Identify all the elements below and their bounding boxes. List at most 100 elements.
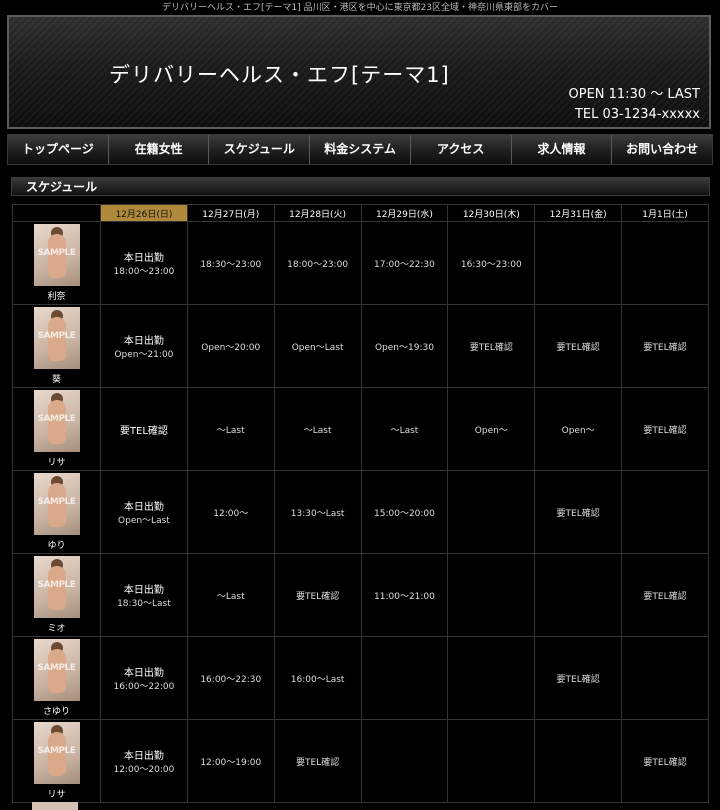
today-status: 本日出勤 <box>123 336 164 347</box>
schedule-cell: 13:30～Last <box>273 470 362 554</box>
schedule-cell: Open～20:00 <box>186 304 275 388</box>
today-cell: 本日出勤 Open～21:00 <box>100 304 188 388</box>
girl-photo[interactable]: SAMPLE <box>33 556 80 618</box>
schedule-cell: ～Last <box>360 387 449 471</box>
sample-watermark: SAMPLE <box>37 580 76 590</box>
nav-item-girls[interactable]: 在籍女性 <box>109 135 210 164</box>
girl-photo[interactable]: SAMPLE <box>33 639 80 701</box>
girl-photo[interactable]: SAMPLE <box>33 473 80 535</box>
schedule-cell <box>534 553 623 637</box>
schedule-row: SAMPLE 葵 本日出勤 Open～21:00 Open～20:00 Open～Last… <box>12 304 709 388</box>
today-cell: 本日出勤 16:00～22:00 <box>100 636 188 720</box>
today-cell: 要TEL確認 <box>100 387 188 471</box>
schedule-cell: 16:00～22:30 <box>186 636 275 720</box>
girl-cell[interactable]: SAMPLE リサ <box>12 719 101 803</box>
schedule-cell: 18:30～23:00 <box>186 221 275 305</box>
schedule-row: SAMPLE 利奈 本日出勤 18:00～23:00 18:30～23:00 18:00～… <box>12 221 709 305</box>
schedule-cell: 要TEL確認 <box>273 553 362 637</box>
schedule-cell: 要TEL確認 <box>621 719 709 803</box>
today-cell: 本日出勤 18:30～Last <box>100 553 188 637</box>
today-status: 要TEL確認 <box>119 425 168 437</box>
today-hours: 12:00～20:00 <box>113 765 175 775</box>
site-header: デリバリーヘルス・エフ[テーマ1] OPEN 11:30 ～ LAST TEL … <box>7 15 711 129</box>
nav-item-top[interactable]: トップページ <box>8 135 109 164</box>
nav-item-recruit[interactable]: 求人情報 <box>512 135 613 164</box>
site-title[interactable]: デリバリーヘルス・エフ[テーマ1] <box>109 59 450 89</box>
next-row-photo-partial <box>32 802 78 810</box>
girl-name[interactable]: ミオ <box>13 621 100 634</box>
girl-name[interactable]: ゆり <box>13 538 100 551</box>
date-header: 12月30日(木) <box>447 204 536 222</box>
schedule-row: SAMPLE リサ 本日出勤 12:00～20:00 12:00～19:00 要TEL確認… <box>12 719 709 803</box>
girl-name[interactable]: 利奈 <box>13 289 100 302</box>
schedule-cell: 12:00～ <box>186 470 275 554</box>
girl-cell[interactable]: SAMPLE 利奈 <box>12 221 101 305</box>
schedule-cell <box>360 636 449 720</box>
today-hours: Open～Last <box>118 516 170 526</box>
date-header: 12月31日(金) <box>534 204 623 222</box>
schedule-cell <box>621 221 709 305</box>
girl-name[interactable]: さゆり <box>13 704 100 717</box>
schedule-cell <box>447 636 536 720</box>
today-status: 本日出勤 <box>123 751 164 762</box>
girl-name[interactable]: リサ <box>13 455 100 468</box>
schedule-cell: 17:00～22:30 <box>360 221 449 305</box>
girl-name[interactable]: 葵 <box>13 372 100 385</box>
header-blank <box>12 204 101 222</box>
nav-item-contact[interactable]: お問い合わせ <box>612 135 712 164</box>
today-hours: 16:00～22:00 <box>113 682 175 692</box>
today-status: 本日出勤 <box>123 585 164 596</box>
schedule-row: SAMPLE さゆり 本日出勤 16:00～22:00 16:00～22:30 16:00… <box>12 636 709 720</box>
schedule-cell: 要TEL確認 <box>534 470 623 554</box>
schedule-cell: ～Last <box>273 387 362 471</box>
schedule-cell: 16:30～23:00 <box>447 221 536 305</box>
schedule-cell: 要TEL確認 <box>273 719 362 803</box>
schedule-cell: 要TEL確認 <box>447 304 536 388</box>
date-header-today: 12月26日(日) <box>100 204 188 222</box>
schedule-cell: 要TEL確認 <box>621 387 709 471</box>
schedule-cell <box>534 221 623 305</box>
girl-photo[interactable]: SAMPLE <box>33 390 80 452</box>
nav-item-pricing[interactable]: 料金システム <box>310 135 411 164</box>
girl-cell[interactable]: SAMPLE ミオ <box>12 553 101 637</box>
schedule-cell: Open～19:30 <box>360 304 449 388</box>
schedule-cell: ～Last <box>186 387 275 471</box>
schedule-cell <box>534 719 623 803</box>
today-hours: 18:30～Last <box>117 599 171 609</box>
date-header-row: 12月26日(日) 12月27日(月) 12月28日(火) 12月29日(水) … <box>12 204 709 222</box>
sample-watermark: SAMPLE <box>37 663 76 673</box>
girl-photo[interactable]: SAMPLE <box>33 722 80 784</box>
girl-cell[interactable]: SAMPLE さゆり <box>12 636 101 720</box>
schedule-cell: Open～Last <box>273 304 362 388</box>
schedule-table: 12月26日(日) 12月27日(月) 12月28日(火) 12月29日(水) … <box>12 204 709 803</box>
phone-number: TEL 03-1234-xxxxx <box>574 107 700 122</box>
site-tagline: デリバリーヘルス・エフ[テーマ1] 品川区・港区を中心に東京都23区全域・神奈川… <box>161 3 559 13</box>
today-cell: 本日出勤 Open～Last <box>100 470 188 554</box>
schedule-cell: Open～ <box>534 387 623 471</box>
schedule-cell <box>621 636 709 720</box>
schedule-cell: ～Last <box>186 553 275 637</box>
schedule-cell: 16:00～Last <box>273 636 362 720</box>
schedule-cell: 要TEL確認 <box>621 304 709 388</box>
schedule-row: SAMPLE ミオ 本日出勤 18:30～Last ～Last 要TEL確認 11:00～2… <box>12 553 709 637</box>
today-hours: 18:00～23:00 <box>113 267 175 277</box>
schedule-cell: 要TEL確認 <box>621 553 709 637</box>
date-header: 12月27日(月) <box>186 204 275 222</box>
sample-watermark: SAMPLE <box>37 414 76 424</box>
girl-cell[interactable]: SAMPLE 葵 <box>12 304 101 388</box>
schedule-cell: 18:00～23:00 <box>273 221 362 305</box>
today-hours: Open～21:00 <box>114 350 174 360</box>
schedule-cell <box>360 719 449 803</box>
girl-photo[interactable]: SAMPLE <box>33 224 80 286</box>
girl-cell[interactable]: SAMPLE リサ <box>12 387 101 471</box>
schedule-cell: 12:00～19:00 <box>186 719 275 803</box>
girl-name[interactable]: リサ <box>13 787 100 800</box>
girl-photo[interactable]: SAMPLE <box>33 307 80 369</box>
nav-item-schedule[interactable]: スケジュール <box>209 135 311 164</box>
girl-cell[interactable]: SAMPLE ゆり <box>12 470 101 554</box>
schedule-cell <box>447 553 536 637</box>
today-cell: 本日出勤 12:00～20:00 <box>100 719 188 803</box>
schedule-row: SAMPLE ゆり 本日出勤 Open～Last 12:00～ 13:30～Last 15:… <box>12 470 709 554</box>
nav-item-access[interactable]: アクセス <box>411 135 512 164</box>
date-header: 1月1日(土) <box>621 204 709 222</box>
